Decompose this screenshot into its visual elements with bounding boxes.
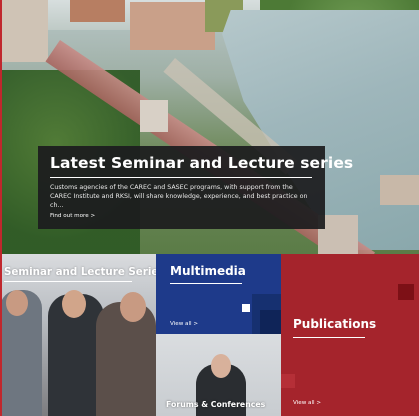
- title-divider: [293, 337, 365, 338]
- featured-card-title: Latest Seminar and Lecture series: [50, 154, 354, 172]
- seminar-tile-title: Seminar and Lecture Series: [4, 266, 156, 278]
- seminar-lecture-tile[interactable]: Seminar and Lecture Series: [0, 254, 156, 416]
- forums-conferences-tile[interactable]: Forums & Conferences: [156, 334, 281, 416]
- multimedia-view-all-link[interactable]: View all >: [170, 321, 198, 327]
- decorative-square: [398, 284, 414, 300]
- speaker-face: [211, 354, 231, 378]
- title-divider: [170, 283, 242, 284]
- person-face: [6, 290, 28, 316]
- featured-card-description: Customs agencies of the CAREC and SASEC …: [50, 184, 308, 209]
- building: [140, 100, 168, 132]
- multimedia-tile-title: Multimedia: [170, 264, 246, 278]
- featured-seminar-card[interactable]: Latest Seminar and Lecture series Custom…: [38, 146, 353, 229]
- building: [70, 0, 125, 22]
- person-face: [120, 292, 146, 322]
- building: [0, 0, 48, 62]
- publications-tile[interactable]: Publications View all >: [281, 254, 419, 416]
- building: [380, 175, 419, 205]
- decorative-square: [281, 374, 295, 388]
- title-divider: [50, 177, 312, 178]
- find-out-more-link[interactable]: Find out more >: [50, 213, 95, 219]
- person-face: [62, 290, 86, 318]
- decorative-square: [260, 310, 281, 334]
- decorative-square: [242, 304, 250, 312]
- left-accent-border: [0, 0, 2, 416]
- multimedia-tile[interactable]: Multimedia View all >: [156, 254, 281, 334]
- publications-tile-title: Publications: [293, 317, 377, 331]
- title-divider: [4, 281, 132, 282]
- forums-tile-title: Forums & Conferences: [166, 400, 266, 409]
- publications-view-all-link[interactable]: View all >: [293, 400, 321, 406]
- building: [130, 2, 215, 50]
